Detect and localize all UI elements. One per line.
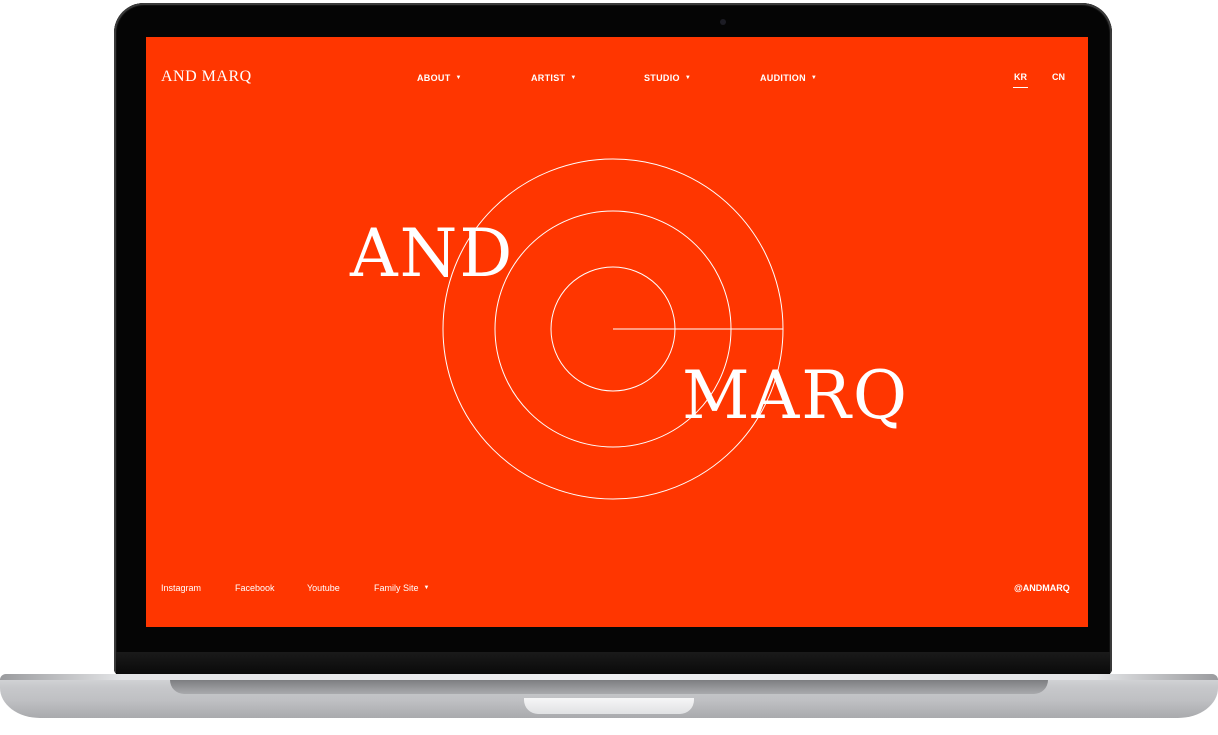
hero-title-marq: MARQ (682, 357, 910, 434)
caret-down-icon: ▼ (423, 585, 430, 591)
footer-link-facebook[interactable]: Facebook (235, 583, 275, 593)
laptop-keyboard-recess (170, 680, 1048, 694)
laptop-opening-notch (524, 698, 694, 714)
family-site-label: Family Site (374, 583, 419, 593)
hero-title-and: AND (350, 215, 515, 292)
concentric-circles-graphic (442, 158, 784, 500)
social-handle[interactable]: @ANDMARQ (1014, 583, 1070, 593)
footer-link-instagram[interactable]: Instagram (161, 583, 201, 593)
family-site-dropdown[interactable]: Family Site ▼ (374, 583, 429, 593)
camera-icon (720, 19, 726, 25)
website-screen: AND MARQ ABOUT ▼ ARTIST ▼ STUDIO ▼ AUDIT… (146, 37, 1088, 627)
laptop-hinge (116, 652, 1110, 674)
footer-link-youtube[interactable]: Youtube (307, 583, 340, 593)
